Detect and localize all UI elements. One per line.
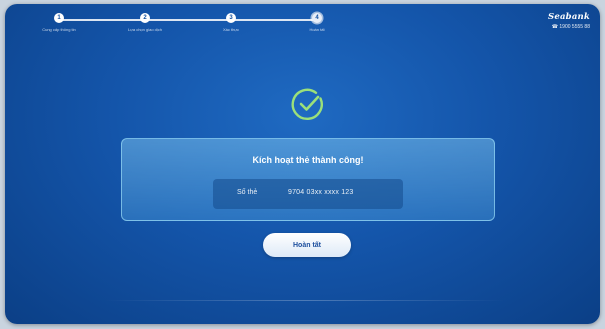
result-card: Kích hoạt thẻ thành công! Số thẻ 9704 03…	[121, 138, 495, 221]
kiosk-screen: 1 Cung cấp thông tin 2 Lựa chọn giao dịc…	[5, 4, 600, 324]
finish-button[interactable]: Hoàn tất	[263, 233, 351, 257]
hotline-number: 1900 5555 88	[559, 24, 590, 30]
step-1: 1 Cung cấp thông tin	[14, 13, 104, 32]
step-2-number: 2	[140, 13, 150, 23]
brand-logo: Seabank	[548, 12, 590, 22]
step-2-label: Lựa chọn giao dịch	[127, 27, 163, 32]
brand: Seabank ☎ 1900 5555 88	[548, 12, 590, 30]
step-4-number: 4	[312, 13, 322, 23]
step-1-number: 1	[54, 13, 64, 23]
check-circle-icon	[291, 88, 323, 121]
progress-stepper: 1 Cung cấp thông tin 2 Lựa chọn giao dịc…	[5, 4, 405, 44]
result-title: Kích hoạt thẻ thành công!	[252, 155, 364, 165]
card-number-box: Số thẻ 9704 03xx xxxx 123	[213, 179, 403, 209]
card-number-label: Số thẻ	[237, 189, 258, 196]
step-4: 4 Hoàn tất	[272, 13, 362, 32]
hotline: ☎ 1900 5555 88	[548, 24, 590, 30]
bottom-divider	[105, 300, 505, 301]
step-4-label: Hoàn tất	[309, 27, 325, 32]
card-number-value: 9704 03xx xxxx 123	[288, 189, 354, 196]
step-1-label: Cung cấp thông tin	[42, 27, 76, 32]
step-3: 3 Xác thực	[186, 13, 276, 32]
phone-icon: ☎	[551, 24, 559, 30]
step-3-label: Xác thực	[222, 27, 240, 32]
step-2: 2 Lựa chọn giao dịch	[100, 13, 190, 32]
step-3-number: 3	[226, 13, 236, 23]
